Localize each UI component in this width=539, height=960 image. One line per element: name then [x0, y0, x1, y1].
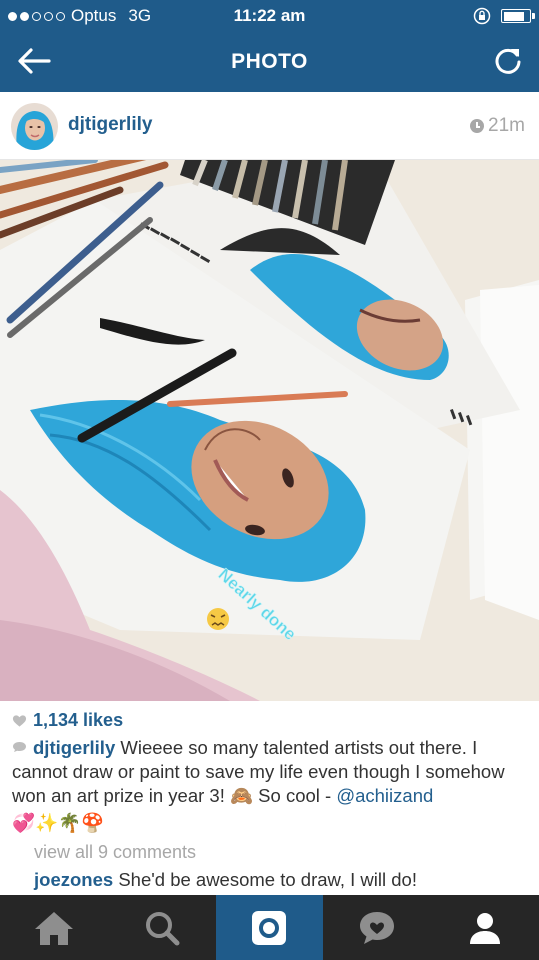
tab-activity[interactable] [323, 895, 431, 960]
caption-username[interactable]: djtigerlily [33, 737, 115, 758]
post-photo[interactable]: Nearly done [0, 160, 539, 701]
heart-icon [12, 714, 27, 727]
caption-mention[interactable]: @achiizand [336, 785, 433, 806]
tab-search[interactable] [108, 895, 216, 960]
bottom-tab-bar [0, 895, 539, 960]
tab-profile[interactable] [431, 895, 539, 960]
refresh-icon[interactable] [493, 45, 523, 77]
tab-home[interactable] [0, 895, 108, 960]
tab-camera[interactable] [215, 895, 324, 960]
camera-icon [252, 910, 287, 945]
post-meta: 1,134 likes djtigerlily Wieeee so many t… [0, 701, 539, 895]
time-ago-text: 21m [488, 115, 525, 136]
likes-count[interactable]: 1,134 likes [12, 710, 123, 731]
post-time: 21m [470, 115, 525, 137]
search-icon [145, 911, 180, 945]
post-username[interactable]: djtigerlily [68, 114, 152, 136]
status-time: 11:22 am [233, 6, 306, 25]
top-bar: Optus 3G 11:22 am PHOTO [0, 0, 539, 92]
comment-text: She'd be awesome to draw, I will do! [118, 869, 417, 890]
post-header: djtigerlily 21m [0, 92, 539, 160]
artwork-photo: Nearly done [0, 160, 539, 701]
likes-text: 1,134 likes [33, 710, 124, 730]
page-title: PHOTO [231, 50, 308, 73]
caption-emojis: 💞✨🌴🍄 [12, 812, 105, 833]
avatar[interactable] [11, 103, 58, 150]
battery-icon [501, 9, 535, 23]
activity-icon [360, 911, 395, 944]
orientation-lock-icon [473, 7, 491, 25]
home-icon [34, 911, 73, 945]
nav-bar: PHOTO [0, 32, 539, 92]
comment-username[interactable]: joezones [34, 869, 113, 890]
status-bar: Optus 3G 11:22 am [0, 0, 539, 32]
comment-item: joezones She'd be awesome to draw, I wil… [34, 869, 417, 891]
caption: djtigerlily Wieeee so many talented arti… [12, 736, 530, 835]
comment-bubble-icon [13, 742, 26, 752]
profile-icon [470, 912, 501, 944]
confounded-face-emoji [207, 608, 229, 630]
clock-icon [470, 119, 485, 133]
view-all-comments-link[interactable]: view all 9 comments [34, 842, 196, 863]
